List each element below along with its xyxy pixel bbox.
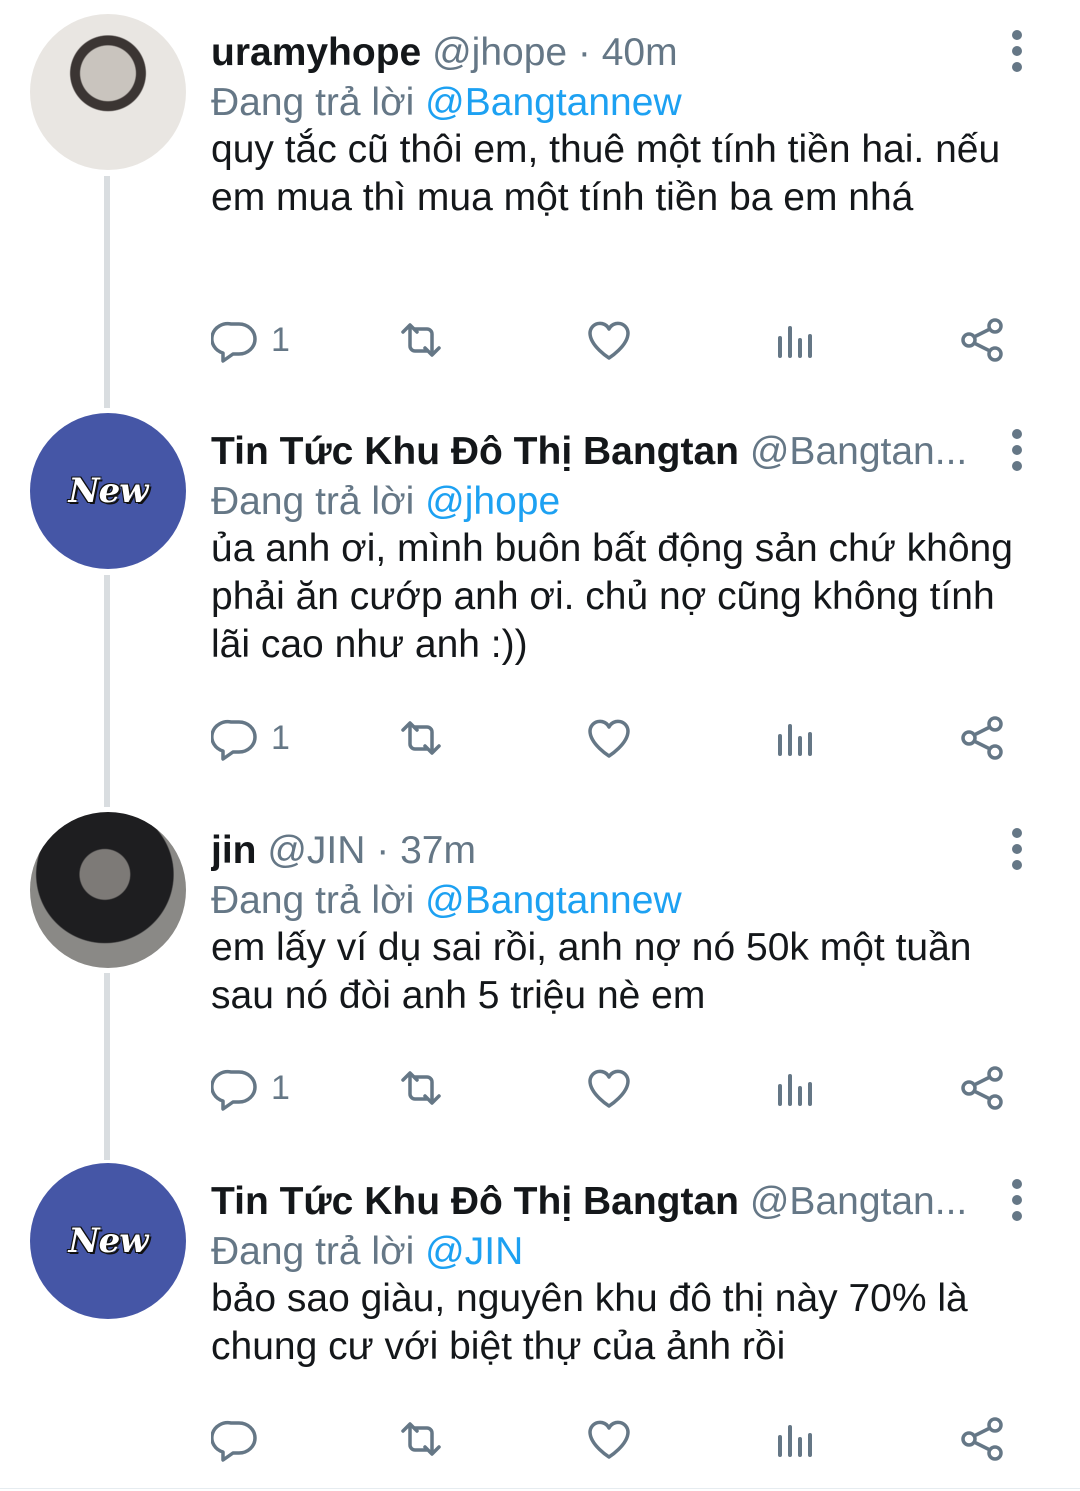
share-button[interactable] bbox=[959, 1060, 1007, 1116]
reply-button[interactable]: 1 bbox=[211, 710, 290, 766]
heart-icon bbox=[588, 1069, 630, 1108]
replying-to: Đang trả lời @jhope bbox=[211, 477, 560, 527]
replying-label: Đang trả lời bbox=[211, 480, 415, 523]
retweet-button[interactable] bbox=[397, 1411, 445, 1467]
replying-to: Đang trả lời @JIN bbox=[211, 1227, 523, 1277]
share-button[interactable] bbox=[959, 312, 1007, 368]
avatar-logo-text: New bbox=[68, 1221, 149, 1261]
replying-to-handle[interactable]: @jhope bbox=[425, 480, 560, 523]
more-vertical-icon[interactable] bbox=[1002, 1175, 1032, 1229]
share-button[interactable] bbox=[959, 710, 1007, 766]
more-vertical-icon[interactable] bbox=[1002, 26, 1032, 80]
reply-button[interactable]: 1 bbox=[211, 1060, 290, 1116]
user-handle[interactable]: @Bangtan... bbox=[750, 1180, 967, 1223]
share-button[interactable] bbox=[959, 1411, 1007, 1467]
analytics-icon bbox=[778, 724, 812, 756]
replying-to-handle[interactable]: @Bangtannew bbox=[425, 81, 681, 124]
tweet[interactable]: New Tin Tức Khu Đô Thị Bangtan @Bangtan.… bbox=[0, 413, 1080, 793]
heart-icon bbox=[588, 321, 630, 360]
replying-to: Đang trả lời @Bangtannew bbox=[211, 78, 682, 128]
user-handle[interactable]: @Bangtan... bbox=[750, 430, 967, 473]
analytics-icon bbox=[778, 326, 812, 358]
display-name[interactable]: jin bbox=[211, 829, 257, 872]
avatar[interactable] bbox=[30, 812, 186, 968]
retweet-button[interactable] bbox=[397, 312, 445, 368]
avatar[interactable]: New bbox=[30, 1163, 186, 1319]
retweet-icon bbox=[401, 323, 441, 357]
retweet-button[interactable] bbox=[397, 710, 445, 766]
tweet-actions bbox=[211, 1411, 1011, 1467]
analytics-button[interactable] bbox=[772, 710, 820, 766]
replying-to-handle[interactable]: @JIN bbox=[425, 1230, 523, 1273]
replying-to-handle[interactable]: @Bangtannew bbox=[425, 879, 681, 922]
reply-button[interactable] bbox=[211, 1411, 271, 1467]
timestamp[interactable]: · 40m bbox=[578, 31, 678, 74]
replying-label: Đang trả lời bbox=[211, 1230, 415, 1273]
tweet-header: Tin Tức Khu Đô Thị Bangtan @Bangtan... bbox=[211, 427, 970, 477]
display-name[interactable]: Tin Tức Khu Đô Thị Bangtan bbox=[211, 430, 739, 473]
divider bbox=[0, 1488, 1080, 1489]
like-button[interactable] bbox=[585, 710, 633, 766]
reply-icon bbox=[211, 719, 257, 761]
user-handle[interactable]: @jhope bbox=[432, 31, 567, 74]
share-icon bbox=[961, 1066, 1003, 1110]
retweet-button[interactable] bbox=[397, 1060, 445, 1116]
tweet-text: quy tắc cũ thôi em, thuê một tính tiền h… bbox=[211, 128, 1001, 219]
like-button[interactable] bbox=[585, 1411, 633, 1467]
analytics-button[interactable] bbox=[772, 1060, 820, 1116]
reply-button[interactable]: 1 bbox=[211, 312, 290, 368]
analytics-button[interactable] bbox=[772, 312, 820, 368]
analytics-button[interactable] bbox=[772, 1411, 820, 1467]
share-icon bbox=[961, 318, 1003, 362]
replying-to: Đang trả lời @Bangtannew bbox=[211, 876, 682, 926]
analytics-icon bbox=[778, 1074, 812, 1106]
tweet-header: uramyhope @jhope · 40m bbox=[211, 28, 970, 78]
reply-count: 1 bbox=[271, 718, 290, 757]
reply-icon bbox=[211, 1069, 257, 1111]
replying-label: Đang trả lời bbox=[211, 879, 415, 922]
reply-icon bbox=[211, 321, 257, 363]
tweet-actions: 1 bbox=[211, 1060, 1011, 1116]
avatar[interactable] bbox=[30, 14, 186, 170]
tweet-header: jin @JIN · 37m bbox=[211, 826, 970, 876]
like-button[interactable] bbox=[585, 1060, 633, 1116]
retweet-icon bbox=[401, 1422, 441, 1456]
tweet-text: em lấy ví dụ sai rồi, anh nợ nó 50k một … bbox=[211, 926, 972, 1017]
heart-icon bbox=[588, 1420, 630, 1459]
share-icon bbox=[961, 716, 1003, 760]
retweet-icon bbox=[401, 1071, 441, 1105]
tweet[interactable]: jin @JIN · 37m Đang trả lời @Bangtannew … bbox=[0, 812, 1080, 1152]
reply-count: 1 bbox=[271, 1068, 290, 1107]
heart-icon bbox=[588, 719, 630, 758]
more-vertical-icon[interactable] bbox=[1002, 425, 1032, 479]
like-button[interactable] bbox=[585, 312, 633, 368]
analytics-icon bbox=[778, 1425, 812, 1457]
retweet-icon bbox=[401, 721, 441, 755]
tweet-text: ủa anh ơi, mình buôn bất động sản chứ kh… bbox=[211, 527, 1013, 666]
reply-icon bbox=[211, 1420, 257, 1462]
avatar[interactable]: New bbox=[30, 413, 186, 569]
display-name[interactable]: Tin Tức Khu Đô Thị Bangtan bbox=[211, 1180, 739, 1223]
reply-count: 1 bbox=[271, 320, 290, 359]
display-name[interactable]: uramyhope bbox=[211, 31, 421, 74]
replying-label: Đang trả lời bbox=[211, 81, 415, 124]
tweet-header: Tin Tức Khu Đô Thị Bangtan @Bangtan... bbox=[211, 1177, 970, 1227]
share-icon bbox=[961, 1417, 1003, 1461]
tweet-actions: 1 bbox=[211, 710, 1011, 766]
avatar-logo-text: New bbox=[68, 471, 149, 511]
tweet-text: bảo sao giàu, nguyên khu đô thị này 70% … bbox=[211, 1277, 968, 1368]
tweet[interactable]: New Tin Tức Khu Đô Thị Bangtan @Bangtan.… bbox=[0, 1163, 1080, 1483]
timestamp[interactable]: · 37m bbox=[376, 829, 476, 872]
tweet-actions: 1 bbox=[211, 312, 1011, 368]
user-handle[interactable]: @JIN bbox=[267, 829, 365, 872]
tweet[interactable]: uramyhope @jhope · 40m Đang trả lời @Ban… bbox=[0, 14, 1080, 394]
more-vertical-icon[interactable] bbox=[1002, 824, 1032, 878]
